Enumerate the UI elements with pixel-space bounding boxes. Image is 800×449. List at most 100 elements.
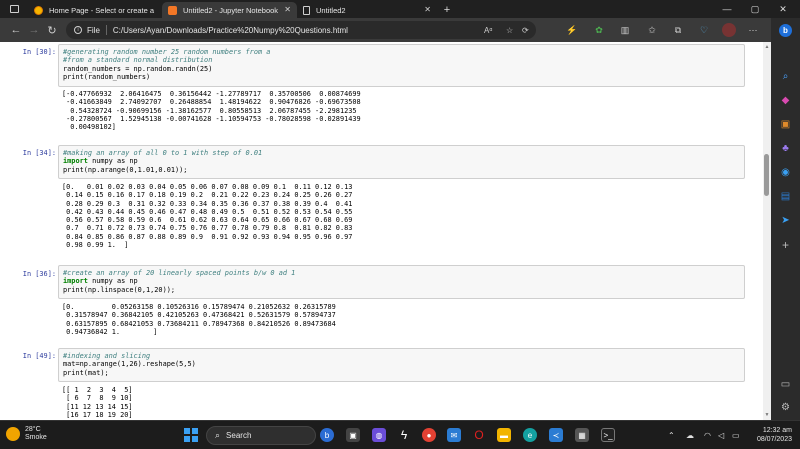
- code-line: random_numbers = np.random.randn(25): [63, 64, 213, 73]
- cell-prompt: In [49]:: [22, 352, 56, 360]
- read-aloud-icon[interactable]: Aᵅ: [484, 21, 492, 39]
- tab-jupyter-notebook[interactable]: Untitled2 - Jupyter Notebook ✕: [162, 2, 297, 18]
- tools-icon[interactable]: ▣: [779, 118, 792, 131]
- address-divider: [105, 25, 107, 35]
- volume-icon[interactable]: ◁: [718, 421, 724, 449]
- scrollbar-thumb[interactable]: [764, 154, 769, 196]
- page-scrollbar[interactable]: ▲ ▼: [763, 42, 771, 420]
- back-arrow-icon[interactable]: ←: [8, 22, 24, 38]
- code-line: #making an array of all 0 to 1 with step…: [63, 149, 263, 157]
- minimize-button[interactable]: —: [714, 0, 740, 18]
- code-line: print(np.linspace(0,1,20));: [63, 285, 176, 294]
- drop-icon[interactable]: ➤: [779, 214, 792, 227]
- start-button[interactable]: [184, 428, 198, 442]
- search-icon: ⌕: [215, 430, 221, 440]
- code-line: numpy as np: [92, 277, 138, 286]
- browser-essentials-icon[interactable]: ♡: [697, 23, 711, 37]
- clock-date: 08/07/2023: [756, 436, 792, 443]
- windows-taskbar: 28°C Smoke ⌕ Search b ▣ ◍ ϟ ● ✉ O ▬ e ≺ …: [0, 420, 800, 449]
- code-input[interactable]: #create an array of 20 linearly spaced p…: [58, 265, 745, 299]
- code-line: #generating random number 25 random numb…: [63, 48, 271, 56]
- app-icon[interactable]: ϟ: [397, 428, 411, 442]
- tab-untitled2[interactable]: Untitled2 ✕: [297, 2, 437, 18]
- refresh-icon[interactable]: ↻: [44, 22, 60, 38]
- file-explorer-icon[interactable]: ▣: [346, 428, 360, 442]
- weather-condition: Smoke: [25, 434, 47, 441]
- code-line: #create an array of 20 linearly spaced p…: [63, 269, 296, 277]
- weather-sun-icon: [6, 427, 20, 441]
- sidebar-toggle-icon[interactable]: ▭: [779, 378, 792, 391]
- cell-prompt: In [34]:: [22, 149, 56, 157]
- copilot-icon[interactable]: b: [779, 24, 792, 37]
- chevron-up-icon[interactable]: ⌃: [668, 421, 675, 449]
- code-line: print(random_numbers): [63, 72, 151, 81]
- weather-widget[interactable]: 28°C Smoke: [6, 426, 47, 442]
- bing-icon[interactable]: b: [320, 428, 334, 442]
- terminal-icon[interactable]: >_: [601, 428, 615, 442]
- code-input[interactable]: #generating random number 25 random numb…: [58, 44, 745, 87]
- battery-icon[interactable]: ▭: [732, 421, 740, 449]
- forward-arrow-icon[interactable]: →: [26, 22, 42, 38]
- browser-tabstrip: Home Page - Select or create a n Untitle…: [0, 0, 800, 18]
- more-menu-icon[interactable]: ⋯: [746, 23, 760, 37]
- edge-icon[interactable]: e: [523, 428, 537, 442]
- maximize-button[interactable]: ▢: [742, 0, 768, 18]
- mail-icon[interactable]: ✉: [447, 428, 461, 442]
- profile-avatar[interactable]: [722, 23, 736, 37]
- scroll-up-icon[interactable]: ▲: [764, 44, 770, 50]
- close-tab-icon[interactable]: ✕: [284, 5, 291, 14]
- wifi-icon[interactable]: ◠: [704, 421, 711, 449]
- split-screen-icon[interactable]: ▥: [618, 23, 632, 37]
- code-input[interactable]: #indexing and slicing mat=np.arange(1,26…: [58, 348, 745, 382]
- import-keyword: import: [63, 157, 88, 166]
- cell-prompt: In [30]:: [22, 48, 56, 56]
- close-tab-icon[interactable]: ✕: [424, 5, 431, 14]
- favorites-icon[interactable]: ✩: [645, 23, 659, 37]
- address-bar[interactable]: i File C:/Users/Ayan/Downloads/Practice%…: [66, 21, 536, 39]
- code-line: print(mat);: [63, 368, 109, 377]
- scroll-down-icon[interactable]: ▼: [764, 412, 770, 418]
- collections-icon[interactable]: ⧉: [671, 23, 685, 37]
- weather-temp: 28°C: [25, 426, 41, 433]
- address-url[interactable]: C:/Users/Ayan/Downloads/Practice%20Numpy…: [113, 26, 348, 35]
- info-icon[interactable]: i: [74, 26, 82, 34]
- games-icon[interactable]: ♣: [779, 142, 792, 155]
- cloud-icon[interactable]: ☁: [686, 421, 694, 449]
- shopping-icon[interactable]: ◆: [779, 94, 792, 107]
- sidebar-settings-icon[interactable]: ⚙: [779, 401, 792, 414]
- cell-output: [[ 1 2 3 4 5] [ 6 7 8 9 10] [11 12 13 14…: [62, 386, 133, 419]
- opera-icon[interactable]: O: [472, 428, 486, 442]
- taskbar-search[interactable]: ⌕ Search: [206, 426, 316, 445]
- vscode-icon[interactable]: ≺: [549, 428, 563, 442]
- tab-title: Untitled2 - Jupyter Notebook: [183, 5, 279, 15]
- close-window-button[interactable]: ✕: [770, 0, 796, 18]
- code-line: #from a standard normal distribution: [63, 56, 213, 65]
- app-grid-icon[interactable]: ▦: [575, 428, 589, 442]
- tab-title: Untitled2: [316, 5, 346, 15]
- tab-home-page[interactable]: Home Page - Select or create a n: [28, 2, 162, 18]
- code-line: print(np.arange(0,1.01,0.01));: [63, 165, 188, 174]
- microsoft365-icon[interactable]: ◉: [779, 166, 792, 179]
- new-tab-button[interactable]: +: [437, 2, 457, 18]
- search-label: Search: [226, 431, 252, 440]
- favorite-star-icon[interactable]: ☆: [506, 21, 513, 39]
- window-icon[interactable]: [0, 0, 28, 18]
- search-icon[interactable]: ⌕: [779, 70, 792, 83]
- clock-time: 12:32 am: [762, 427, 792, 434]
- cell-output: [-0.47766932 2.06416475 0.36156442 -1.27…: [62, 90, 361, 132]
- code-line: mat=np.arange(1,26).reshape(5,5): [63, 360, 196, 369]
- chrome-icon[interactable]: ●: [422, 428, 436, 442]
- add-sidebar-app-icon[interactable]: +: [779, 238, 792, 252]
- notebook-content: In [30]: #generating random number 25 ra…: [0, 42, 763, 420]
- extension-icon[interactable]: ✿: [592, 23, 606, 37]
- edge-sidebar: b ⌕ ◆ ▣ ♣ ◉ ▤ ➤ + ▭ ⚙: [771, 18, 800, 420]
- code-input[interactable]: #making an array of all 0 to 1 with step…: [58, 145, 745, 179]
- tab-title: Home Page - Select or create a n: [49, 5, 156, 15]
- cell-prompt: In [36]:: [22, 270, 56, 278]
- taskbar-clock[interactable]: 12:32 am 08/07/2023: [757, 426, 792, 444]
- extension-bolt-icon[interactable]: ⚡: [565, 23, 579, 37]
- extensions-icon[interactable]: ⟳: [522, 21, 529, 39]
- outlook-icon[interactable]: ▤: [779, 190, 792, 203]
- teams-icon[interactable]: ◍: [372, 428, 386, 442]
- folder-icon[interactable]: ▬: [497, 428, 511, 442]
